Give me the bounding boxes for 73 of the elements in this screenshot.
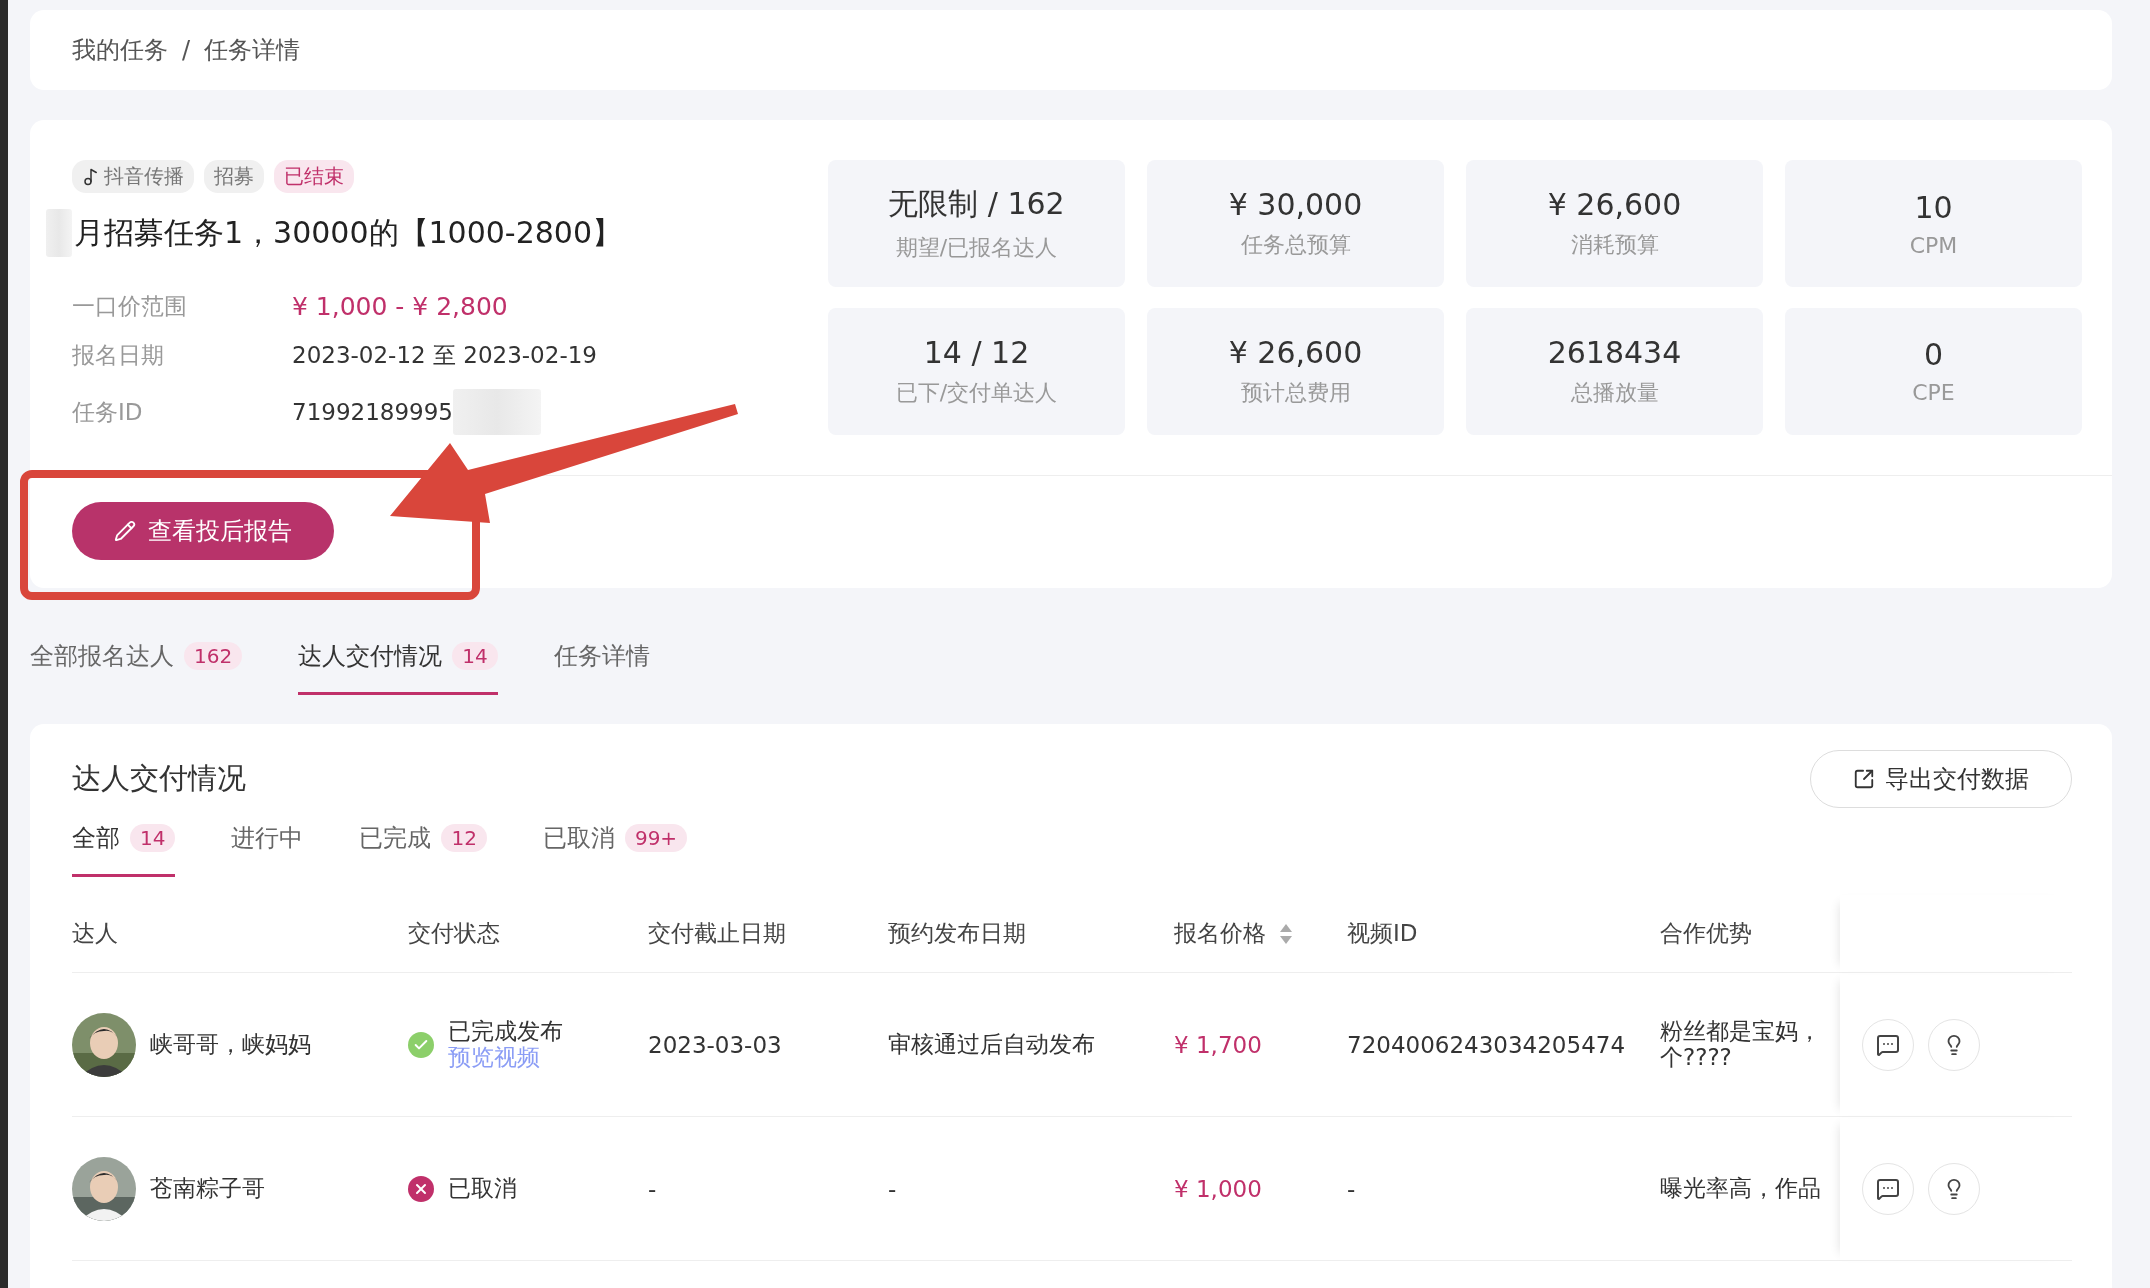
export-button[interactable]: 导出交付数据 bbox=[1810, 750, 2072, 808]
stat-label: 任务总预算 bbox=[1240, 231, 1351, 259]
stat-label: 总播放量 bbox=[1570, 378, 1659, 407]
column-header: 达人 bbox=[72, 895, 408, 973]
column-header[interactable]: 报名价格 bbox=[1174, 895, 1347, 973]
sort-icon bbox=[1280, 923, 1292, 944]
status-text: 已取消 bbox=[448, 1175, 517, 1202]
table-cell: - bbox=[888, 1175, 897, 1202]
count-badge: 14 bbox=[130, 824, 176, 852]
stat-value: 无限制 / 162 bbox=[888, 185, 1065, 223]
table-cell-text: 审核通过后自动发布 bbox=[888, 1030, 1095, 1059]
info-value: ¥ 1,000 - ¥ 2,800 bbox=[292, 292, 508, 321]
status-text: 已完成发布 bbox=[448, 1019, 563, 1045]
tab[interactable]: 任务详情 bbox=[553, 640, 650, 695]
filter-tab[interactable]: 已完成 12 bbox=[359, 822, 487, 877]
advantage-text: 粉丝都是宝妈， 个???? bbox=[1660, 1019, 1821, 1070]
info-value: 71992189995 bbox=[292, 399, 453, 425]
table-cell: 2023-03-03 bbox=[648, 1031, 782, 1058]
chat-icon bbox=[1876, 1032, 1900, 1057]
tag: 已结束 bbox=[274, 160, 354, 193]
stat-value: 2618434 bbox=[1547, 334, 1682, 370]
column-header: 预约发布日期 bbox=[888, 895, 1174, 973]
stat-value: 0 bbox=[1923, 337, 1944, 372]
price-cell: ¥ 1,700 bbox=[1174, 1031, 1262, 1058]
column-header: 交付状态 bbox=[408, 895, 648, 973]
tab[interactable]: 全部报名达人 162 bbox=[30, 640, 243, 695]
info-value: 2023-02-12 至 2023-02-19 bbox=[292, 341, 597, 370]
stat-label: 消耗预算 bbox=[1570, 231, 1659, 259]
filter-tab[interactable]: 已取消 99+ bbox=[542, 822, 688, 877]
stat-label: 已下/交付单达人 bbox=[895, 378, 1058, 407]
price-cell: ¥ 1,000 bbox=[1174, 1175, 1262, 1202]
task-title: 月招募任务1，30000的【1000-2800】 bbox=[74, 213, 623, 252]
column-header: 合作优势 bbox=[1660, 895, 1840, 973]
report-button[interactable]: 查看投后报告 bbox=[72, 502, 334, 560]
chat-icon bbox=[1876, 1176, 1900, 1201]
tag: 抖音传播 bbox=[72, 160, 194, 193]
stat-value: 14 / 12 bbox=[923, 334, 1030, 370]
breadcrumb-item: 任务详情 bbox=[204, 35, 301, 66]
filter-tab[interactable]: 全部 14 bbox=[72, 822, 176, 877]
breadcrumb-separator: / bbox=[182, 36, 191, 64]
column-header: 交付截止日期 bbox=[648, 895, 888, 973]
stat-label: 预计总费用 bbox=[1240, 378, 1351, 407]
table-cell: - bbox=[648, 1175, 657, 1202]
count-badge: 99+ bbox=[624, 824, 688, 852]
stat-label: 期望/已报名达人 bbox=[895, 234, 1058, 262]
music-note-icon bbox=[82, 167, 100, 186]
count-badge: 162 bbox=[184, 642, 243, 670]
stat-label: CPM bbox=[1909, 232, 1958, 258]
count-badge: 14 bbox=[452, 642, 498, 670]
tab[interactable]: 达人交付情况 14 bbox=[298, 640, 498, 695]
pencil-icon bbox=[114, 520, 136, 542]
stat-value: ¥ 26,600 bbox=[1228, 334, 1363, 370]
stat-value: ¥ 26,600 bbox=[1547, 187, 1682, 222]
filter-tab[interactable]: 进行中 bbox=[231, 822, 304, 877]
tag: 招募 bbox=[204, 160, 264, 193]
stat-value: 10 bbox=[1914, 189, 1953, 225]
stat-value: ¥ 30,000 bbox=[1228, 187, 1363, 222]
info-label: 报名日期 bbox=[72, 341, 165, 370]
table-cell: 7204006243034205474 bbox=[1347, 1031, 1626, 1058]
column-header: 视频ID bbox=[1347, 895, 1660, 973]
advantage-text: 曝光率高，作品 bbox=[1660, 1175, 1821, 1202]
info-label: 任务ID bbox=[72, 397, 144, 427]
export-icon bbox=[1853, 768, 1875, 790]
check-icon bbox=[408, 1031, 434, 1058]
count-badge: 12 bbox=[441, 824, 487, 852]
creator-name: 苍南粽子哥 bbox=[150, 1174, 265, 1203]
stat-label: CPE bbox=[1912, 380, 1955, 405]
table-cell: - bbox=[1347, 1175, 1356, 1202]
section-title: 达人交付情况 bbox=[72, 760, 246, 797]
breadcrumb-item[interactable]: 我的任务 bbox=[72, 34, 168, 66]
info-label: 一口价范围 bbox=[72, 292, 188, 321]
cross-icon bbox=[408, 1175, 434, 1202]
creator-name: 峡哥哥，峡妈妈 bbox=[150, 1030, 311, 1059]
